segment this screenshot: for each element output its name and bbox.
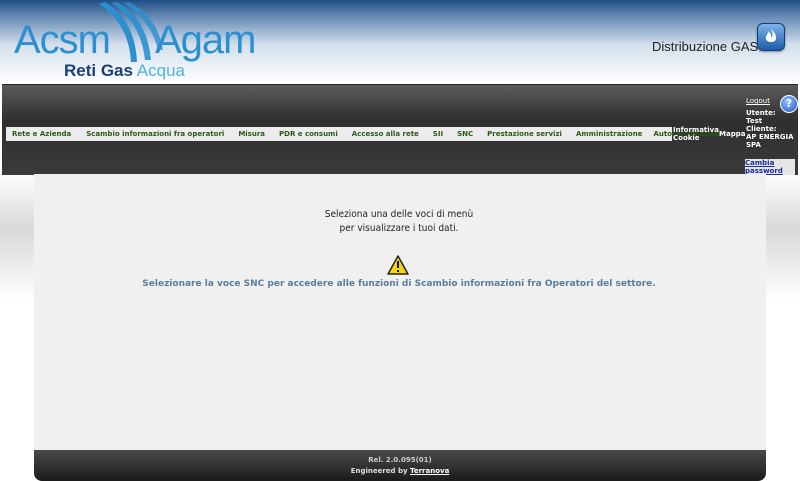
logo-subtitle: Reti Gas Acqua (64, 61, 185, 81)
main-content: Seleziona una delle voci di menù per vis… (34, 174, 766, 450)
instruction-line-1: Seleziona una delle voci di menù (324, 209, 474, 220)
change-password-link[interactable]: Cambia password (745, 159, 795, 175)
warning-icon (387, 255, 409, 275)
logo-acqua: Acqua (136, 61, 185, 80)
user-value: Test (746, 117, 763, 125)
logo-reti-gas: Reti Gas (64, 61, 133, 80)
menu-item-amministrazione[interactable]: Amministrazione (569, 127, 650, 141)
instruction-line-2: per visualizzare i tuoi dati. (339, 223, 459, 234)
snc-message: Selezionare la voce SNC per accedere all… (142, 279, 656, 289)
client-label: Cliente: (746, 125, 777, 133)
menu-item-rete-azienda[interactable]: Rete e Azienda (6, 127, 79, 141)
logout-link[interactable]: Logout (746, 97, 770, 105)
engineered-by: Engineered by Terranova (34, 467, 766, 475)
menu-item-snc[interactable]: SNC (450, 127, 480, 141)
menu-item-sii[interactable]: SII (426, 127, 450, 141)
mappa-link[interactable]: Mappa (719, 130, 745, 138)
menu-item-pdr-consumi[interactable]: PDR e consumi (272, 127, 345, 141)
release-version: Rel. 2.0.095(01) (368, 456, 432, 464)
flame-icon (765, 28, 777, 42)
gas-service-button[interactable] (757, 23, 785, 51)
logo-acsm: Acsm (14, 18, 111, 62)
client-value: AP ENERGIA SPA (746, 133, 794, 149)
header: Acsm Agam Reti Gas Acqua Distribuzione G… (0, 0, 800, 84)
service-name: Distribuzione GAS (652, 39, 759, 54)
user-info: Utente: Test Cliente: AP ENERGIA SPA (746, 109, 796, 149)
vendor-link[interactable]: Terranova (410, 467, 449, 475)
menu-item-scambio-informazioni[interactable]: Scambio informazioni fra operatori (79, 127, 231, 141)
engineered-by-label: Engineered by (350, 467, 408, 475)
menu-item-prestazione-servizi[interactable]: Prestazione servizi (480, 127, 569, 141)
informativa-cookie-link[interactable]: Informativa Cookie (673, 126, 719, 142)
user-label: Utente: (746, 109, 776, 117)
menu-item-misura[interactable]: Misura (231, 127, 272, 141)
navigation-bar: Rete e Azienda Scambio informazioni fra … (2, 84, 798, 175)
menu-item-accesso-rete[interactable]: Accesso alla rete (345, 127, 426, 141)
main-menu: Rete e Azienda Scambio informazioni fra … (6, 127, 727, 141)
logo-agam: Agam (155, 18, 256, 62)
footer: Rel. 2.0.095(01) Engineered by Terranova (34, 450, 766, 481)
